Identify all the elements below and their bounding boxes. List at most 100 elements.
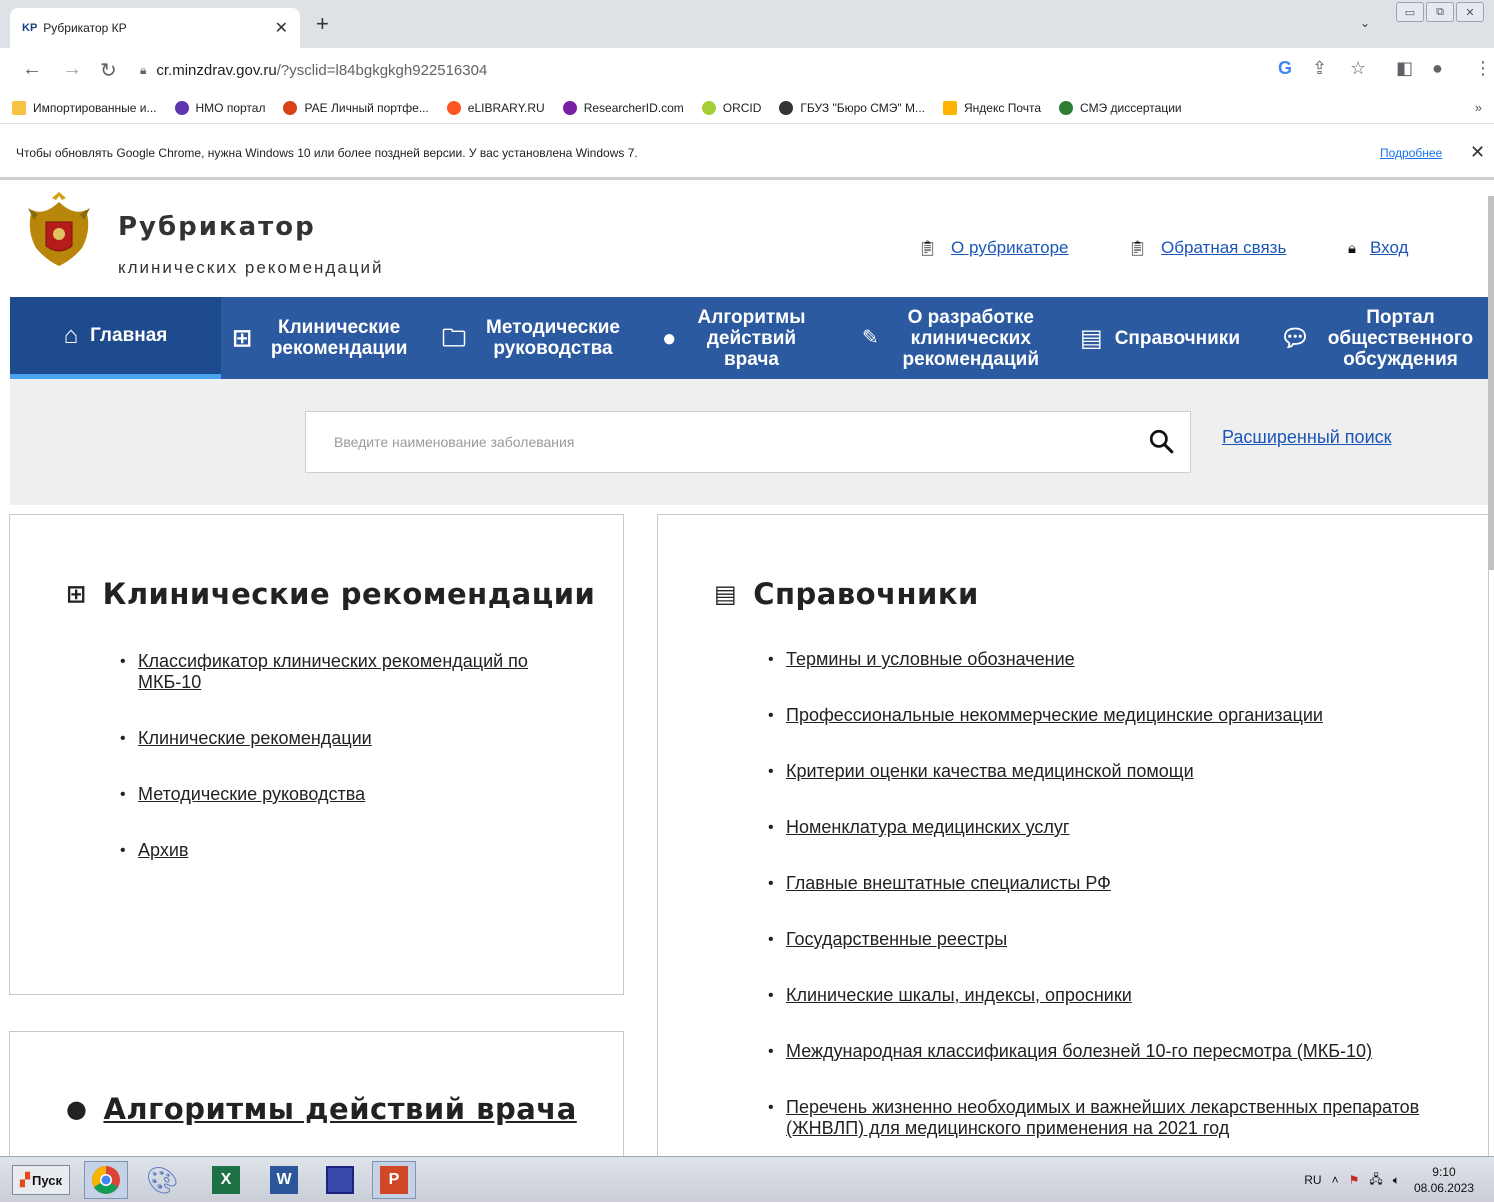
bookmark-item[interactable]: eLIBRARY.RU bbox=[446, 100, 545, 115]
list-item[interactable]: Методические руководства bbox=[120, 784, 560, 805]
reload-icon[interactable]: ↻ bbox=[100, 58, 117, 83]
close-window-button[interactable]: ✕ bbox=[1456, 2, 1484, 22]
new-tab-button[interactable]: + bbox=[316, 13, 329, 35]
list-item[interactable]: Термины и условные обозначение bbox=[768, 649, 1448, 670]
tab-favicon: KP bbox=[22, 22, 38, 34]
bookmark-item[interactable]: НМО портал bbox=[174, 100, 265, 115]
nav-doctor-algorithms[interactable]: ● Алгоритмы действий врача bbox=[662, 297, 842, 379]
floppy-disk-icon bbox=[326, 1166, 354, 1194]
clinical-recommendations-panel: ⊞ Клинические рекомендации Классификатор… bbox=[9, 514, 624, 995]
volume-icon[interactable]: 🔈︎ bbox=[1393, 1173, 1400, 1188]
algorithms-panel: ● Алгоритмы действий врача bbox=[9, 1031, 624, 1171]
nav-methodical-guides[interactable]: 🗀 Методические руководства bbox=[442, 297, 642, 379]
excel-icon: X bbox=[212, 1166, 240, 1194]
list-item[interactable]: Перечень жизненно необходимых и важнейши… bbox=[768, 1097, 1448, 1139]
bookmark-item[interactable]: ORCID bbox=[701, 100, 761, 115]
chrome-taskbar-icon[interactable] bbox=[84, 1161, 128, 1199]
tab-search-chevron-icon[interactable]: ⌄ bbox=[1360, 16, 1370, 30]
save-taskbar-icon[interactable] bbox=[318, 1161, 362, 1199]
list-item[interactable]: Профессиональные некоммерческие медицинс… bbox=[768, 705, 1448, 726]
book-icon: ▤ bbox=[714, 580, 738, 608]
system-tray: RU ˄ ⚑ 🖧 🔈︎ 9:10 08.06.2023 bbox=[1304, 1157, 1494, 1203]
language-indicator[interactable]: RU bbox=[1304, 1173, 1321, 1187]
tab-close-icon[interactable]: ✕ bbox=[275, 18, 288, 38]
tray-expand-icon[interactable]: ˄ bbox=[1332, 1173, 1339, 1187]
action-center-flag-icon[interactable]: ⚑ bbox=[1349, 1173, 1360, 1187]
feedback-link[interactable]: 📋︎ Обратная связь bbox=[1128, 238, 1286, 258]
list-item[interactable]: Клинические шкалы, индексы, опросники bbox=[768, 985, 1448, 1006]
bookmark-star-icon[interactable]: ☆ bbox=[1350, 58, 1366, 79]
advanced-search-link[interactable]: Расширенный поиск bbox=[1222, 427, 1392, 448]
panel-title[interactable]: ● Алгоритмы действий врача bbox=[66, 1092, 577, 1126]
list-item[interactable]: Классификатор клинических рекомендаций п… bbox=[120, 651, 560, 693]
infobar-more-link[interactable]: Подробнее bbox=[1380, 146, 1442, 160]
list-item[interactable]: Клинические рекомендации bbox=[120, 728, 560, 749]
folder-icon bbox=[12, 100, 26, 115]
powerpoint-icon: P bbox=[380, 1166, 408, 1194]
maximize-button[interactable]: ⧉ bbox=[1426, 2, 1454, 22]
bookmark-item[interactable]: РАЕ Личный портфе... bbox=[283, 100, 429, 115]
site-subtitle: клинических рекомендаций bbox=[118, 258, 384, 277]
chrome-menu-icon[interactable]: ⋮ bbox=[1474, 58, 1492, 79]
orcid-icon bbox=[701, 100, 716, 115]
search-box bbox=[305, 411, 1191, 473]
page-scrollbar[interactable] bbox=[1488, 196, 1494, 570]
clock[interactable]: 9:10 08.06.2023 bbox=[1414, 1164, 1474, 1196]
bookmarks-overflow-button[interactable]: » bbox=[1475, 100, 1482, 115]
back-arrow-icon[interactable]: ← bbox=[22, 58, 42, 81]
excel-taskbar-icon[interactable]: X bbox=[204, 1161, 248, 1199]
address-bar[interactable]: 🔒︎ cr.minzdrav.gov.ru /?ysclid=l84bgkgkg… bbox=[140, 56, 1270, 84]
nav-development[interactable]: ✎ О разработке клинических рекомендаций bbox=[862, 297, 1072, 379]
network-icon[interactable]: 🖧 bbox=[1369, 1170, 1382, 1191]
lock-icon[interactable]: 🔒︎ bbox=[140, 63, 146, 78]
references-links-list: Термины и условные обозначение Профессио… bbox=[768, 649, 1448, 1139]
user-icon: ● bbox=[662, 324, 677, 352]
browser-tab[interactable]: KP Рубрикатор КР ✕ bbox=[10, 8, 300, 48]
forward-arrow-icon[interactable]: → bbox=[62, 58, 82, 81]
panel-title: ⊞ Клинические рекомендации bbox=[66, 577, 596, 611]
minimize-button[interactable]: ▭ bbox=[1396, 2, 1424, 22]
start-button[interactable]: ▞ Пуск bbox=[12, 1165, 70, 1195]
plus-square-icon: ⊞ bbox=[232, 324, 253, 352]
list-item[interactable]: Международная классификация болезней 10-… bbox=[768, 1041, 1448, 1062]
word-taskbar-icon[interactable]: W bbox=[262, 1161, 306, 1199]
about-link[interactable]: 📋︎ О рубрикаторе bbox=[918, 238, 1069, 258]
search-input[interactable] bbox=[334, 434, 1114, 450]
profile-avatar-icon[interactable]: ● bbox=[1432, 58, 1443, 79]
search-section: Расширенный поиск bbox=[10, 379, 1488, 505]
list-item[interactable]: Государственные реестры bbox=[768, 929, 1448, 950]
infobar-close-icon[interactable]: ✕ bbox=[1470, 142, 1485, 163]
nav-public-portal[interactable]: 💬︎ Портал общественного обсуждения bbox=[1280, 297, 1488, 379]
list-item[interactable]: Номенклатура медицинских услуг bbox=[768, 817, 1448, 838]
nav-references[interactable]: ▤ Справочники bbox=[1080, 297, 1270, 379]
list-item[interactable]: Архив bbox=[120, 840, 560, 861]
infobar-message: Чтобы обновлять Google Chrome, нужна Win… bbox=[16, 146, 638, 160]
paint-palette-icon: 🎨︎ bbox=[145, 1164, 179, 1195]
bookmark-item[interactable]: ГБУЗ "Бюро СМЭ" М... bbox=[779, 100, 925, 115]
paint-taskbar-icon[interactable]: 🎨︎ bbox=[140, 1161, 184, 1199]
nav-clinical-recommendations[interactable]: ⊞ Клинические рекомендации bbox=[232, 297, 432, 379]
globe-icon bbox=[779, 100, 794, 115]
nav-home[interactable]: ⌂ Главная bbox=[10, 297, 221, 379]
powerpoint-taskbar-icon[interactable]: P bbox=[372, 1161, 416, 1199]
main-navigation: ⌂ Главная ⊞ Клинические рекомендации 🗀 М… bbox=[10, 297, 1488, 379]
windows-logo-icon: ▞ bbox=[20, 1172, 30, 1187]
word-icon: W bbox=[270, 1166, 298, 1194]
share-icon[interactable]: ⇪ bbox=[1312, 58, 1327, 79]
book-icon: ▤ bbox=[1080, 324, 1103, 352]
bookmark-item[interactable]: Импортированные и... bbox=[12, 100, 157, 115]
chat-bubble-icon: 💬︎ bbox=[1280, 324, 1311, 352]
google-translate-icon[interactable]: G bbox=[1278, 58, 1292, 79]
list-item[interactable]: Критерии оценки качества медицинской пом… bbox=[768, 761, 1448, 782]
bookmark-item[interactable]: СМЭ диссертации bbox=[1059, 100, 1182, 115]
search-icon[interactable] bbox=[1148, 428, 1174, 454]
login-link[interactable]: 🔒︎ Вход bbox=[1348, 238, 1408, 258]
side-panel-icon[interactable]: ◧ bbox=[1396, 58, 1413, 79]
bookmark-item[interactable]: Яндекс Почта bbox=[943, 100, 1041, 115]
coat-of-arms-logo[interactable] bbox=[22, 190, 96, 274]
url-path: /?ysclid=l84bgkgkgh922516304 bbox=[276, 61, 488, 79]
list-item[interactable]: Главные внештатные специалисты РФ bbox=[768, 873, 1448, 894]
mail-icon bbox=[943, 100, 958, 115]
bookmark-item[interactable]: ResearcherID.com bbox=[562, 100, 684, 115]
nmo-icon bbox=[174, 100, 189, 115]
